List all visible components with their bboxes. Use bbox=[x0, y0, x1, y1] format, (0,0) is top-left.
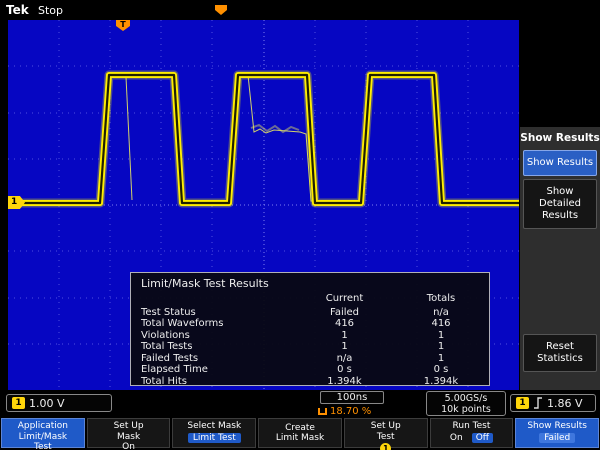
menu-label: Set Up bbox=[114, 421, 144, 432]
side-menu: Show Results Show Results Show Detailed … bbox=[520, 127, 600, 390]
menu-value: On bbox=[122, 442, 135, 450]
results-title: Limit/Mask Test Results bbox=[131, 273, 489, 293]
menu-button-setup-test[interactable]: Set Up Test 1 bbox=[344, 418, 428, 448]
record-length-value: 10k points bbox=[441, 404, 491, 415]
channel1-scale-readout: 1 1.00 V bbox=[6, 394, 112, 412]
menu-value: Limit/Mask bbox=[19, 432, 68, 443]
results-row-totals: n/a bbox=[393, 307, 489, 319]
acquisition-readout: 5.00GS/s 10k points bbox=[426, 391, 506, 416]
limit-mask-results-panel: Limit/Mask Test Results Current Totals T… bbox=[130, 272, 490, 386]
results-row-totals: 1 bbox=[393, 341, 489, 353]
rising-edge-slope-icon bbox=[533, 396, 543, 410]
results-row-label: Failed Tests bbox=[131, 353, 296, 365]
menu-label: Run Test bbox=[453, 421, 491, 432]
results-row-label: Violations bbox=[131, 330, 296, 342]
results-row-label: Elapsed Time bbox=[131, 364, 296, 376]
results-row-current: n/a bbox=[296, 353, 393, 365]
trigger-readout: 1 1.86 V bbox=[510, 394, 596, 412]
menu-button-setup-mask[interactable]: Set Up Mask On bbox=[87, 418, 171, 448]
menu-button-application[interactable]: Application Limit/Mask Test bbox=[1, 418, 85, 448]
trigger-level-value: 1.86 V bbox=[547, 397, 583, 410]
results-row-totals: 1 bbox=[393, 353, 489, 365]
results-row-totals: 416 bbox=[393, 318, 489, 330]
sample-rate-value: 5.00GS/s bbox=[445, 393, 488, 404]
status-bar: 1 1.00 V 100ns 18.70 % 5.00GS/s 10k poin… bbox=[0, 390, 600, 417]
menu-label: Limit Mask bbox=[276, 433, 324, 444]
acquisition-status: Stop bbox=[38, 4, 63, 17]
menu-button-select-mask[interactable]: Select Mask Limit Test bbox=[172, 418, 256, 448]
menu-label: Mask bbox=[117, 432, 140, 443]
results-row-label: Test Status bbox=[131, 307, 296, 319]
results-row-current: 1 bbox=[296, 330, 393, 342]
results-header-spacer bbox=[131, 293, 296, 307]
menu-button-run-test[interactable]: Run Test On Off bbox=[430, 418, 514, 448]
results-row-current: 1 bbox=[296, 341, 393, 353]
menu-value: Test bbox=[34, 442, 52, 450]
menu-label: Select Mask bbox=[187, 421, 241, 432]
side-button-show-detailed-results[interactable]: Show Detailed Results bbox=[523, 179, 597, 229]
results-row-totals: 0 s bbox=[393, 364, 489, 376]
results-row-label: Total Waveforms bbox=[131, 318, 296, 330]
results-row-current: 416 bbox=[296, 318, 393, 330]
toggle-off-option[interactable]: Off bbox=[472, 433, 493, 444]
channel1-scale-value: 1.00 V bbox=[29, 397, 65, 410]
results-header-totals: Totals bbox=[393, 293, 489, 307]
menu-label: Test bbox=[377, 432, 395, 443]
side-button-show-results[interactable]: Show Results bbox=[523, 150, 597, 176]
results-row-current: 1.394k bbox=[296, 376, 393, 388]
menu-label: Create bbox=[285, 423, 315, 434]
source-channel-badge: 1 bbox=[380, 443, 391, 450]
menu-label: Show Results bbox=[527, 421, 587, 432]
menu-button-create-limit-mask[interactable]: Create Limit Mask bbox=[258, 418, 342, 448]
timebase-value: 100ns bbox=[337, 392, 368, 403]
menu-label: Application bbox=[18, 421, 68, 432]
side-button-reset-statistics[interactable]: Reset Statistics bbox=[523, 334, 597, 372]
menu-selected-value: Limit Test bbox=[188, 433, 241, 444]
results-row-current: Failed bbox=[296, 307, 393, 319]
toggle-on-option[interactable]: On bbox=[450, 433, 463, 444]
run-test-toggle: On Off bbox=[450, 433, 493, 444]
record-position-icon bbox=[318, 408, 327, 415]
channel1-badge: 1 bbox=[12, 397, 25, 409]
results-row-label: Total Hits bbox=[131, 376, 296, 388]
results-table: Current Totals Test Status Failed n/a To… bbox=[131, 293, 489, 387]
menu-button-show-results[interactable]: Show Results Failed bbox=[515, 418, 599, 448]
waveform-display: T 1 Limit/Mask Test Results Current Tota… bbox=[8, 20, 519, 390]
horizontal-position-readout: 18.70 % bbox=[318, 406, 371, 417]
side-menu-title: Show Results bbox=[520, 127, 600, 147]
tek-logo: Tek bbox=[6, 3, 29, 17]
results-row-label: Total Tests bbox=[131, 341, 296, 353]
timebase-readout: 100ns bbox=[320, 391, 384, 404]
results-row-totals: 1.394k bbox=[393, 376, 489, 388]
results-row-current: 0 s bbox=[296, 364, 393, 376]
results-header-current: Current bbox=[296, 293, 393, 307]
top-status-strip: Tek Stop bbox=[0, 0, 600, 20]
trigger-source-badge: 1 bbox=[516, 397, 529, 409]
horizontal-position-value: 18.70 % bbox=[330, 406, 371, 417]
test-status-value: Failed bbox=[539, 433, 575, 444]
record-trigger-position-icon bbox=[215, 5, 227, 15]
side-menu-spacer bbox=[520, 229, 600, 331]
bottom-menu-bar: Application Limit/Mask Test Set Up Mask … bbox=[0, 417, 600, 450]
oscilloscope-screen: Tek Stop bbox=[0, 0, 600, 450]
menu-label: Set Up bbox=[371, 421, 401, 432]
results-row-totals: 1 bbox=[393, 330, 489, 342]
